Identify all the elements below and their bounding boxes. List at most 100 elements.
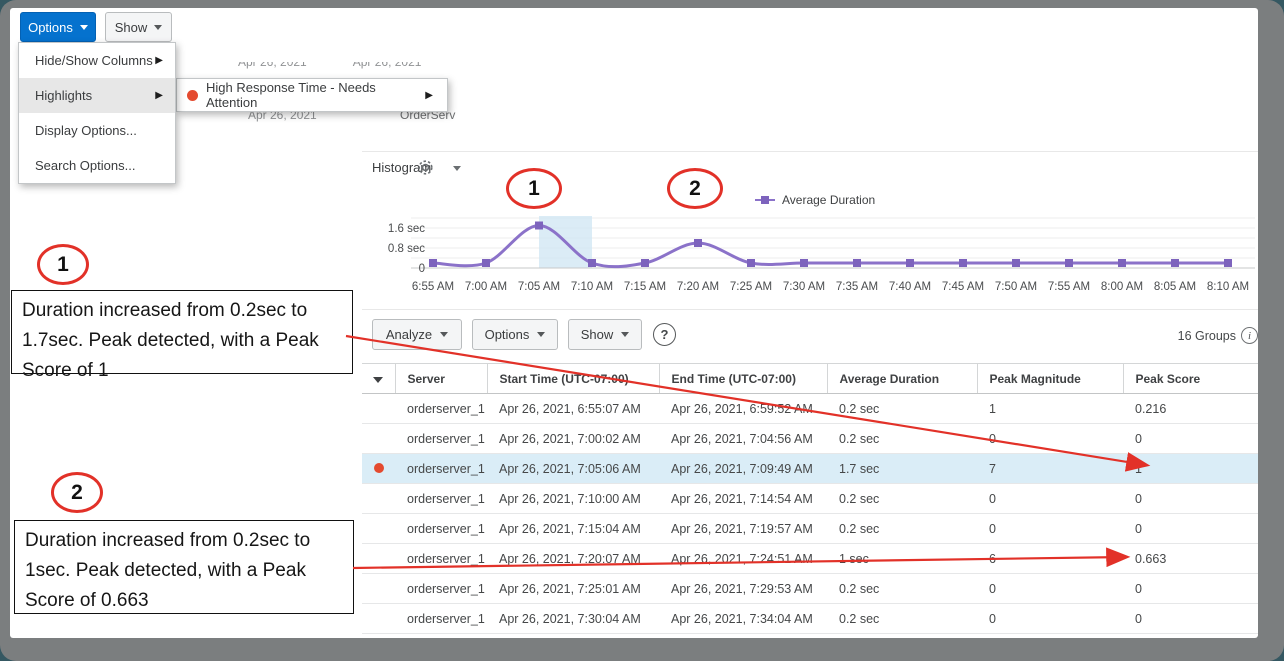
gear-icon[interactable]: [416, 158, 435, 177]
cell-magnitude[interactable]: 1: [977, 394, 1123, 424]
cell-start[interactable]: Apr 26, 2021, 6:55:07 AM: [487, 394, 659, 424]
cell-end[interactable]: Apr 26, 2021, 7:19:57 AM: [659, 514, 827, 544]
cell-start[interactable]: Apr 26, 2021, 7:05:06 AM: [487, 454, 659, 484]
cell-flag[interactable]: [362, 514, 395, 544]
cell-magnitude[interactable]: 6: [977, 544, 1123, 574]
cell-flag[interactable]: [362, 544, 395, 574]
cell-avg[interactable]: 0.2 sec: [827, 424, 977, 454]
table-row[interactable]: orderserver_1Apr 26, 2021, 6:55:07 AMApr…: [362, 394, 1258, 424]
chart-point[interactable]: [959, 259, 967, 267]
header-peak-score[interactable]: Peak Score: [1123, 364, 1258, 394]
chart-point[interactable]: [906, 259, 914, 267]
table-row[interactable]: orderserver_1Apr 26, 2021, 7:25:01 AMApr…: [362, 574, 1258, 604]
chart-point[interactable]: [1171, 259, 1179, 267]
table-row[interactable]: orderserver_1Apr 26, 2021, 7:00:02 AMApr…: [362, 424, 1258, 454]
cell-start[interactable]: Apr 26, 2021, 7:25:01 AM: [487, 574, 659, 604]
header-start-time[interactable]: Start Time (UTC-07:00): [487, 364, 659, 394]
menu-item-highlights[interactable]: Highlights ▶: [19, 78, 175, 113]
cell-start[interactable]: Apr 26, 2021, 7:20:07 AM: [487, 544, 659, 574]
cell-server[interactable]: orderserver_1: [395, 544, 487, 574]
chart-point[interactable]: [482, 259, 490, 267]
info-icon[interactable]: i: [1241, 327, 1258, 344]
cell-flag[interactable]: [362, 604, 395, 634]
cell-score[interactable]: 0.663: [1123, 544, 1258, 574]
cell-score[interactable]: 0: [1123, 424, 1258, 454]
cell-magnitude[interactable]: 0: [977, 424, 1123, 454]
cell-score[interactable]: 0: [1123, 484, 1258, 514]
cell-server[interactable]: orderserver_1: [395, 424, 487, 454]
chart-point[interactable]: [641, 259, 649, 267]
cell-avg[interactable]: 1.7 sec: [827, 454, 977, 484]
chart-point[interactable]: [1065, 259, 1073, 267]
cell-magnitude[interactable]: 0: [977, 574, 1123, 604]
table-row[interactable]: orderserver_1Apr 26, 2021, 7:10:00 AMApr…: [362, 484, 1258, 514]
cell-score[interactable]: 0: [1123, 604, 1258, 634]
menu-item-hide-show-columns[interactable]: Hide/Show Columns ▶: [19, 43, 175, 78]
cell-server[interactable]: orderserver_1: [395, 604, 487, 634]
chart-point[interactable]: [694, 239, 702, 247]
cell-server[interactable]: orderserver_1: [395, 394, 487, 424]
chart-point[interactable]: [747, 259, 755, 267]
help-icon[interactable]: ?: [653, 323, 676, 346]
cell-score[interactable]: 0: [1123, 514, 1258, 544]
cell-end[interactable]: Apr 26, 2021, 7:34:04 AM: [659, 604, 827, 634]
chart-point[interactable]: [1224, 259, 1232, 267]
cell-end[interactable]: Apr 26, 2021, 7:04:56 AM: [659, 424, 827, 454]
chart-point[interactable]: [853, 259, 861, 267]
cell-magnitude[interactable]: 7: [977, 454, 1123, 484]
table-row[interactable]: orderserver_1Apr 26, 2021, 7:30:04 AMApr…: [362, 604, 1258, 634]
table-show-button[interactable]: Show: [568, 319, 642, 350]
table-row[interactable]: orderserver_1Apr 26, 2021, 7:20:07 AMApr…: [362, 544, 1258, 574]
cell-magnitude[interactable]: 0: [977, 604, 1123, 634]
analyze-button[interactable]: Analyze: [372, 319, 462, 350]
header-select-caret[interactable]: [362, 364, 395, 394]
cell-avg[interactable]: 0.2 sec: [827, 394, 977, 424]
cell-magnitude[interactable]: 0: [977, 484, 1123, 514]
cell-end[interactable]: Apr 26, 2021, 7:09:49 AM: [659, 454, 827, 484]
cell-avg[interactable]: 0.2 sec: [827, 604, 977, 634]
table-row[interactable]: orderserver_1Apr 26, 2021, 7:15:04 AMApr…: [362, 514, 1258, 544]
cell-score[interactable]: 0.216: [1123, 394, 1258, 424]
chart-point[interactable]: [429, 259, 437, 267]
chart-point[interactable]: [1118, 259, 1126, 267]
histogram-chart[interactable]: 00.8 sec1.6 sec6:55 AM7:00 AM7:05 AM7:10…: [365, 208, 1258, 303]
cell-start[interactable]: Apr 26, 2021, 7:10:00 AM: [487, 484, 659, 514]
cell-avg[interactable]: 0.2 sec: [827, 514, 977, 544]
chart-point[interactable]: [588, 259, 596, 267]
cell-score[interactable]: 1: [1123, 454, 1258, 484]
cell-flag[interactable]: [362, 394, 395, 424]
cell-server[interactable]: orderserver_1: [395, 454, 487, 484]
cell-end[interactable]: Apr 26, 2021, 6:59:52 AM: [659, 394, 827, 424]
chart-point[interactable]: [1012, 259, 1020, 267]
cell-start[interactable]: Apr 26, 2021, 7:00:02 AM: [487, 424, 659, 454]
cell-end[interactable]: Apr 26, 2021, 7:29:53 AM: [659, 574, 827, 604]
menu-item-display-options[interactable]: Display Options...: [19, 113, 175, 148]
cell-end[interactable]: Apr 26, 2021, 7:24:51 AM: [659, 544, 827, 574]
cell-flag[interactable]: [362, 424, 395, 454]
chart-options-caret-icon[interactable]: [453, 166, 461, 171]
table-options-button[interactable]: Options: [472, 319, 558, 350]
cell-server[interactable]: orderserver_1: [395, 484, 487, 514]
cell-end[interactable]: Apr 26, 2021, 7:14:54 AM: [659, 484, 827, 514]
highlights-submenu-item[interactable]: High Response Time - Needs Attention ▶: [176, 78, 448, 112]
chart-point[interactable]: [535, 222, 543, 230]
cell-avg[interactable]: 0.2 sec: [827, 484, 977, 514]
cell-server[interactable]: orderserver_1: [395, 574, 487, 604]
cell-avg[interactable]: 1 sec: [827, 544, 977, 574]
cell-start[interactable]: Apr 26, 2021, 7:15:04 AM: [487, 514, 659, 544]
options-button[interactable]: Options: [20, 12, 96, 42]
header-average-duration[interactable]: Average Duration: [827, 364, 977, 394]
header-end-time[interactable]: End Time (UTC-07:00): [659, 364, 827, 394]
cell-score[interactable]: 0: [1123, 574, 1258, 604]
cell-flag[interactable]: [362, 574, 395, 604]
table-row[interactable]: orderserver_1Apr 26, 2021, 7:05:06 AMApr…: [362, 454, 1258, 484]
header-peak-magnitude[interactable]: Peak Magnitude: [977, 364, 1123, 394]
cell-magnitude[interactable]: 0: [977, 514, 1123, 544]
cell-server[interactable]: orderserver_1: [395, 514, 487, 544]
cell-start[interactable]: Apr 26, 2021, 7:30:04 AM: [487, 604, 659, 634]
chart-point[interactable]: [800, 259, 808, 267]
cell-avg[interactable]: 0.2 sec: [827, 574, 977, 604]
header-server[interactable]: Server: [395, 364, 487, 394]
cell-flag[interactable]: [362, 454, 395, 484]
cell-flag[interactable]: [362, 484, 395, 514]
